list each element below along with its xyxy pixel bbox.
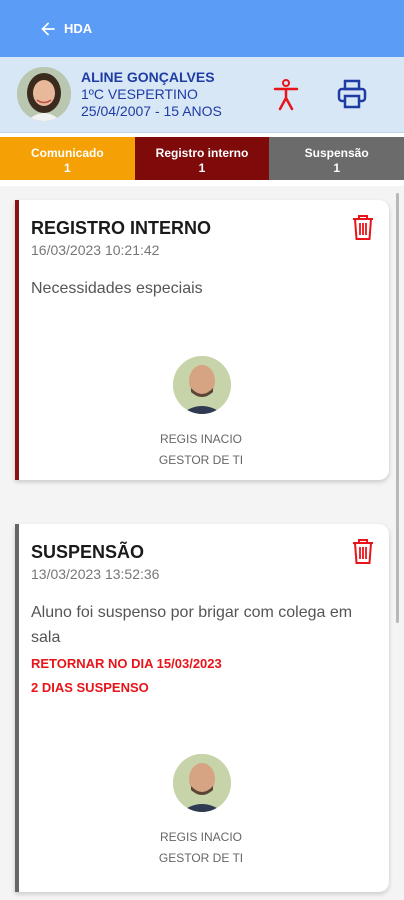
student-header: ALINE GONÇALVES 1ºC VESPERTINO 25/04/200… <box>0 57 404 133</box>
tab-registro-interno-label: Registro interno <box>155 146 249 160</box>
student-avatar <box>17 67 71 121</box>
record-datetime: 13/03/2023 13:52:36 <box>31 566 160 582</box>
tab-suspensao[interactable]: Suspensão 1 <box>269 137 404 180</box>
record-card[interactable]: SUSPENSÃO 13/03/2023 13:52:36 Aluno foi … <box>15 524 389 892</box>
author-role: GESTOR DE TI <box>158 453 244 467</box>
back-button[interactable]: HDA <box>38 19 92 39</box>
student-birth: 25/04/2007 - 15 ANOS <box>81 103 222 119</box>
record-description: Aluno foi suspenso por brigar com colega… <box>31 604 353 646</box>
arrow-left-icon <box>41 21 55 36</box>
record-title: REGISTRO INTERNO <box>31 218 212 238</box>
accessibility-icon[interactable] <box>272 79 300 111</box>
student-info: ALINE GONÇALVES 1ºC VESPERTINO 25/04/200… <box>81 69 222 120</box>
top-app-bar: HDA <box>0 0 404 57</box>
tab-suspensao-label: Suspensão <box>304 146 369 160</box>
author-name: REGIS INACIO <box>159 432 242 446</box>
record-datetime: 16/03/2023 10:21:42 <box>31 242 160 258</box>
tab-registro-interno-count: 1 <box>198 161 206 175</box>
author-name: REGIS INACIO <box>159 830 242 844</box>
tab-comunicado-count: 1 <box>63 161 71 175</box>
trash-icon[interactable] <box>351 214 375 240</box>
author-role: GESTOR DE TI <box>158 851 244 865</box>
author-avatar <box>173 356 231 414</box>
tab-comunicado[interactable]: Comunicado 1 <box>0 137 135 180</box>
student-class: 1ºC VESPERTINO <box>81 86 198 102</box>
record-description: Necessidades especiais <box>31 280 203 297</box>
tab-comunicado-label: Comunicado <box>31 146 104 160</box>
tab-registro-interno[interactable]: Registro interno 1 <box>134 137 270 180</box>
record-card[interactable]: REGISTRO INTERNO 16/03/2023 10:21:42 Nec… <box>15 200 389 480</box>
trash-icon[interactable] <box>351 538 375 564</box>
record-return-alert: RETORNAR NO DIA 15/03/2023 <box>31 656 222 671</box>
records-list[interactable]: REGISTRO INTERNO 16/03/2023 10:21:42 Nec… <box>0 186 404 900</box>
back-label: HDA <box>64 21 93 36</box>
category-tabs: Comunicado 1 Registro interno 1 Suspensã… <box>0 137 404 180</box>
student-name: ALINE GONÇALVES <box>81 69 215 85</box>
scrollbar[interactable] <box>396 193 399 623</box>
record-days-alert: 2 DIAS SUSPENSO <box>31 680 149 695</box>
record-title: SUSPENSÃO <box>31 542 145 562</box>
author-avatar <box>173 754 231 812</box>
tab-suspensao-count: 1 <box>333 161 341 175</box>
printer-icon[interactable] <box>337 79 367 109</box>
